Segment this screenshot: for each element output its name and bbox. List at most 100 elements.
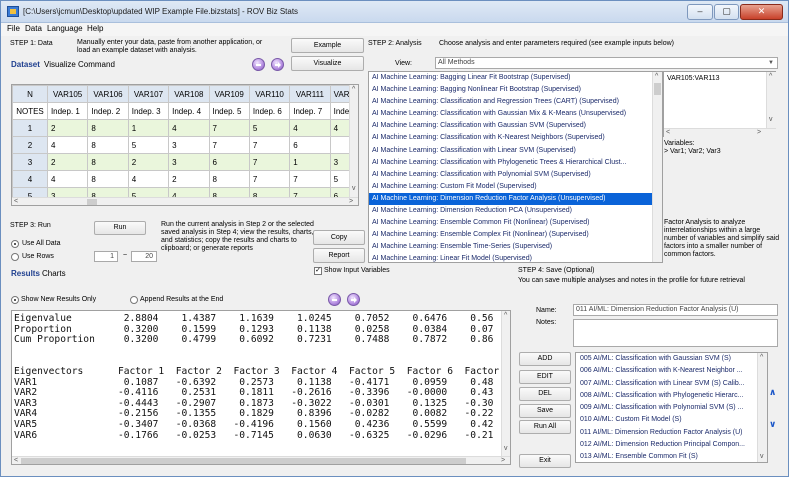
row-header[interactable]: 1: [12, 119, 48, 137]
data-cell[interactable]: 1: [127, 119, 170, 137]
list-item[interactable]: 008 AI/ML: Classification with Phylogene…: [576, 390, 767, 402]
scroll-thumb[interactable]: [654, 83, 661, 95]
append-results-radio[interactable]: [130, 296, 138, 304]
list-item[interactable]: AI Machine Learning: Classification with…: [369, 157, 662, 169]
example-button[interactable]: Example: [291, 38, 364, 53]
tab-dataset[interactable]: Dataset: [11, 60, 40, 69]
list-item[interactable]: 011 AI/ML: Dimension Reduction Factor An…: [576, 427, 767, 439]
results-zoom-in-icon[interactable]: [347, 293, 360, 306]
column-header[interactable]: VAR109: [208, 85, 250, 103]
data-cell[interactable]: 7: [248, 153, 291, 171]
data-cell[interactable]: 7: [208, 119, 250, 137]
scroll-up-icon[interactable]: ^: [769, 73, 772, 80]
show-input-variables-checkbox[interactable]: ✓: [314, 267, 322, 275]
note-cell[interactable]: Indep. 7: [289, 102, 331, 120]
copy-button[interactable]: Copy: [313, 230, 365, 245]
scroll-up-icon[interactable]: ^: [352, 86, 355, 93]
list-item-selected[interactable]: AI Machine Learning: Dimension Reduction…: [369, 192, 662, 206]
menu-help[interactable]: Help: [87, 24, 103, 33]
data-cell[interactable]: 5: [248, 119, 291, 137]
note-cell[interactable]: Indep. 1: [46, 102, 89, 120]
variables-input[interactable]: VAR105:VAR113 ^ v < >: [663, 71, 776, 137]
menu-language[interactable]: Language: [47, 24, 83, 33]
scroll-down-icon[interactable]: v: [769, 116, 773, 123]
rows-to-input[interactable]: 20: [131, 251, 157, 262]
tab-visualize[interactable]: Visualize: [44, 60, 76, 69]
column-header[interactable]: VAR108: [168, 85, 210, 103]
methods-list[interactable]: AI Machine Learning: Bagging Linear Fit …: [368, 71, 663, 263]
zoom-out-icon[interactable]: [252, 58, 265, 71]
list-item[interactable]: AI Machine Learning: Classification with…: [369, 169, 662, 181]
scroll-up-icon[interactable]: ^: [655, 73, 658, 80]
list-item[interactable]: AI Machine Learning: Ensemble Common Fit…: [369, 217, 662, 229]
data-cell[interactable]: 8: [87, 170, 129, 188]
maximize-button[interactable]: ▢: [714, 4, 739, 20]
note-cell[interactable]: Indep. 3: [127, 102, 170, 120]
use-rows-radio[interactable]: [11, 253, 19, 261]
list-item[interactable]: AI Machine Learning: Classification and …: [369, 96, 662, 108]
scroll-down-icon[interactable]: v: [760, 453, 764, 460]
notes-input[interactable]: [573, 319, 778, 347]
note-cell[interactable]: Indep. 2: [87, 102, 129, 120]
data-cell[interactable]: 4: [127, 170, 170, 188]
data-cell[interactable]: 8: [87, 136, 129, 154]
list-item[interactable]: AI Machine Learning: Classification with…: [369, 132, 662, 144]
list-item[interactable]: 010 AI/ML: Custom Fit Model (S): [576, 414, 767, 426]
close-button[interactable]: ✕: [740, 4, 783, 20]
note-cell[interactable]: Indep. 6: [248, 102, 291, 120]
list-item[interactable]: AI Machine Learning: Bagging Nonlinear F…: [369, 84, 662, 96]
move-down-icon[interactable]: ∨: [769, 419, 776, 430]
run-all-button[interactable]: Run All: [519, 420, 571, 434]
list-item[interactable]: AI Machine Learning: Dimension Reduction…: [369, 205, 662, 217]
note-cell[interactable]: Indep. 4: [168, 102, 210, 120]
grid-horizontal-scrollbar[interactable]: < >: [12, 197, 358, 205]
data-cell[interactable]: 2: [46, 153, 89, 171]
move-up-icon[interactable]: ∧: [769, 387, 776, 398]
data-cell[interactable]: 8: [87, 153, 129, 171]
menu-file[interactable]: File: [7, 24, 20, 33]
data-cell[interactable]: 4: [46, 136, 89, 154]
data-cell[interactable]: 7: [248, 170, 291, 188]
data-cell[interactable]: 7: [248, 136, 291, 154]
data-cell[interactable]: 1: [289, 153, 331, 171]
saved-list-scrollbar[interactable]: ^ v: [757, 353, 767, 462]
list-item[interactable]: 013 AI/ML: Ensemble Common Fit (S): [576, 451, 767, 462]
list-item[interactable]: AI Machine Learning: Classification with…: [369, 145, 662, 157]
list-item[interactable]: AI Machine Learning: Custom Fit Model (S…: [369, 181, 662, 193]
row-header[interactable]: NOTES: [12, 102, 48, 120]
rows-from-input[interactable]: 1: [94, 251, 118, 262]
use-all-data-radio[interactable]: [11, 240, 19, 248]
list-item[interactable]: 009 AI/ML: Classification with Polynomia…: [576, 402, 767, 414]
data-cell[interactable]: 2: [127, 153, 170, 171]
methods-scrollbar[interactable]: ^: [652, 72, 662, 262]
zoom-in-icon[interactable]: [271, 58, 284, 71]
scroll-down-icon[interactable]: v: [504, 445, 508, 452]
scroll-thumb[interactable]: [21, 458, 466, 464]
variables-hscrollbar[interactable]: < >: [664, 128, 776, 137]
row-header[interactable]: 4: [12, 170, 48, 188]
list-item[interactable]: 005 AI/ML: Classification with Gaussian …: [576, 353, 767, 365]
scroll-thumb[interactable]: [87, 199, 97, 205]
tab-command[interactable]: Command: [78, 60, 115, 69]
minimize-button[interactable]: –: [687, 4, 713, 20]
column-header[interactable]: N: [12, 85, 48, 103]
column-header[interactable]: VAR105: [46, 85, 89, 103]
column-header[interactable]: VAR106: [87, 85, 129, 103]
scroll-left-icon[interactable]: <: [666, 129, 670, 136]
list-item[interactable]: 006 AI/ML: Classification with K-Nearest…: [576, 365, 767, 377]
scroll-left-icon[interactable]: <: [14, 198, 18, 205]
show-new-results-radio[interactable]: [11, 296, 19, 304]
row-header[interactable]: 2: [12, 136, 48, 154]
results-panel[interactable]: Eigenvalue 2.8804 1.4387 1.1639 1.0245 0…: [11, 310, 511, 465]
data-cell[interactable]: 2: [168, 170, 210, 188]
data-cell[interactable]: 3: [168, 153, 210, 171]
list-item[interactable]: 012 AI/ML: Dimension Reduction Principal…: [576, 439, 767, 451]
list-item[interactable]: AI Machine Learning: Bagging Linear Fit …: [369, 72, 662, 84]
view-select[interactable]: All Methods ▼: [435, 57, 778, 69]
list-item[interactable]: AI Machine Learning: Ensemble Time-Serie…: [369, 241, 662, 253]
saved-analyses-list[interactable]: 005 AI/ML: Classification with Gaussian …: [575, 352, 768, 463]
data-cell[interactable]: 5: [127, 136, 170, 154]
data-cell[interactable]: 2: [46, 119, 89, 137]
variables-scrollbar[interactable]: ^ v: [766, 72, 776, 128]
data-cell[interactable]: 3: [168, 136, 210, 154]
